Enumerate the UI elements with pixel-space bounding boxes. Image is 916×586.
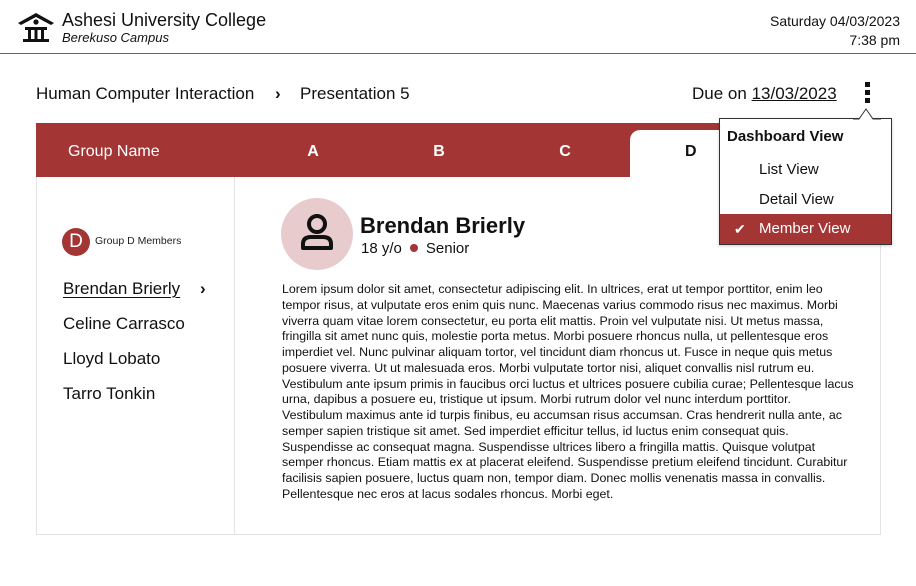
group-badge: D [62,228,90,256]
member-meta: 18 y/o Senior [361,240,469,257]
menu-item-label: Member View [759,220,851,237]
user-icon [301,214,333,250]
campus-name: Berekuso Campus [62,30,169,45]
checkmark-icon: ✔ [734,221,746,237]
member-item[interactable]: Celine Carrasco [63,314,185,334]
breadcrumb-chevron-icon: › [275,84,281,103]
due-date: Due on 13/03/2023 [692,84,837,104]
university-logo-icon [18,13,54,42]
member-item[interactable]: Tarro Tonkin [63,384,155,404]
member-level: Senior [425,240,470,257]
member-item[interactable]: Brendan Brierly [63,279,180,299]
tab-b[interactable]: B [409,123,469,177]
dot-separator-icon [409,244,418,252]
avatar [281,198,353,270]
app-title: Ashesi University College [62,10,267,30]
member-age: 18 y/o [361,240,402,257]
current-time: 7:38 pm [849,32,900,48]
current-date: Saturday 04/03/2023 [770,13,900,29]
member-item[interactable]: Lloyd Lobato [63,349,160,369]
chevron-right-icon: › [200,279,206,298]
app-header: Ashesi University College Berekuso Campu… [0,0,916,54]
more-options-icon[interactable] [860,82,874,106]
tab-a[interactable]: A [283,123,343,177]
due-label: Due on [692,84,747,103]
menu-item-member-view[interactable]: ✔ Member View [720,214,891,244]
tab-c[interactable]: C [535,123,595,177]
member-name: Brendan Brierly [360,213,526,238]
breadcrumb-page: Presentation 5 [300,84,410,103]
member-bio: Lorem ipsum dolor sit amet, consectetur … [282,282,854,501]
menu-item-list-view[interactable]: List View [720,155,891,185]
panel-divider [234,177,235,535]
due-date-value: 13/03/2023 [751,84,837,103]
menu-item-detail-view[interactable]: Detail View [720,185,891,215]
datetime: Saturday 04/03/2023 7:38 pm [770,12,900,50]
menu-title: Dashboard View [727,128,844,145]
group-name-label: Group Name [68,143,160,160]
group-members-label: Group D Members [95,235,182,247]
menu-pointer [853,108,881,120]
breadcrumb-course[interactable]: Human Computer Interaction [36,84,254,104]
